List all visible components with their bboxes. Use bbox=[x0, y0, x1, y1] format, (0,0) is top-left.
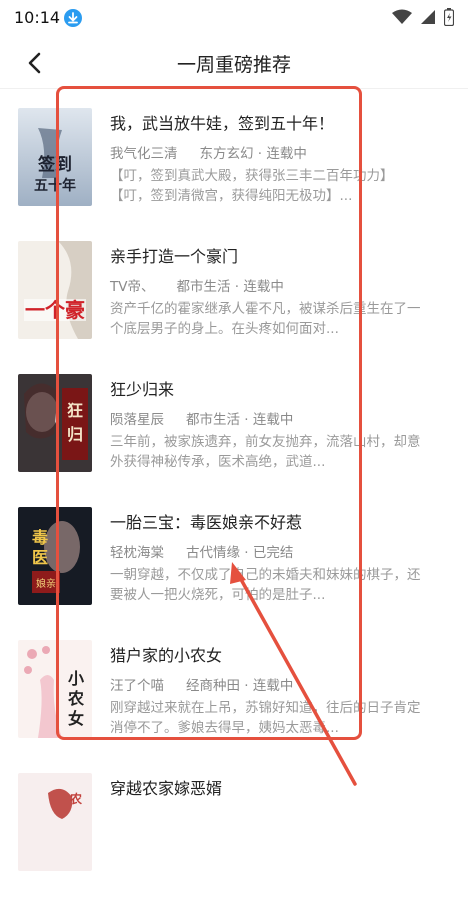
svg-text:五十年: 五十年 bbox=[34, 177, 76, 194]
book-cover: 农 bbox=[18, 773, 92, 871]
book-author: 汪了个喵 bbox=[110, 678, 164, 694]
book-item[interactable]: 小 农 女 猎户家的小农女 汪了个喵 经商种田 · 连载中 刚穿越过来就在上吊，苏… bbox=[0, 640, 468, 773]
download-icon bbox=[64, 9, 82, 27]
svg-text:归: 归 bbox=[67, 425, 83, 444]
svg-text:女: 女 bbox=[68, 709, 84, 728]
book-title: 狂少归来 bbox=[110, 380, 175, 399]
book-author: TV帝、 bbox=[110, 279, 155, 295]
book-author: 我气化三清 bbox=[110, 146, 178, 162]
book-author: 轻枕海棠 bbox=[110, 545, 164, 561]
svg-text:一个豪: 一个豪 bbox=[25, 298, 85, 322]
book-description: 三年前，被家族遗弃，前女友抛弃，流落山村，却意外获得神秘传承，医术高绝，武道..… bbox=[110, 434, 421, 470]
book-item[interactable]: 农 穿越农家嫁恶婿 bbox=[0, 773, 468, 906]
book-cover: 一个豪 bbox=[18, 241, 92, 339]
book-title: 我，武当放牛娃，签到五十年！ bbox=[110, 114, 335, 133]
book-cover: 毒 医 娘亲 bbox=[18, 507, 92, 605]
svg-text:签到: 签到 bbox=[37, 154, 72, 175]
header-bar: 一周重磅推荐 bbox=[0, 36, 468, 89]
svg-text:农: 农 bbox=[67, 689, 84, 708]
status-bar: 10:14 bbox=[0, 0, 468, 36]
book-description: 刚穿越过来就在上吊，苏锦好知道，往后的日子肯定消停不了。爹娘去得早，姨妈太恶毒.… bbox=[110, 700, 421, 736]
page-title: 一周重磅推荐 bbox=[176, 54, 291, 76]
book-category: 经商种田 · 连载中 bbox=[186, 678, 294, 694]
book-description: 资产千亿的霍家继承人霍不凡，被谋杀后重生在了一个底层男子的身上。在头疼如何面对.… bbox=[110, 301, 421, 337]
book-item[interactable]: 签到 五十年 我，武当放牛娃，签到五十年！ 我气化三清 东方玄幻 · 连载中 【叮… bbox=[0, 108, 468, 241]
book-category: 都市生活 · 连载中 bbox=[176, 279, 284, 295]
book-meta: TV帝、 都市生活 · 连载中 bbox=[110, 275, 284, 295]
book-description: 【叮，签到真武大殿，获得张三丰二百年功力】【叮，签到清微宫，获得纯阳无极功】..… bbox=[110, 168, 394, 204]
book-category: 东方玄幻 · 连载中 bbox=[199, 146, 307, 162]
book-author: 陨落星辰 bbox=[110, 412, 164, 428]
svg-text:医: 医 bbox=[32, 548, 48, 567]
book-cover: 狂 归 bbox=[18, 374, 92, 472]
svg-text:农: 农 bbox=[69, 791, 82, 806]
book-meta: 汪了个喵 经商种田 · 连载中 bbox=[110, 674, 293, 694]
book-title: 亲手打造一个豪门 bbox=[110, 247, 239, 266]
book-item[interactable]: 一个豪 亲手打造一个豪门 TV帝、 都市生活 · 连载中 资产千亿的霍家继承人霍不… bbox=[0, 241, 468, 374]
book-meta: 我气化三清 东方玄幻 · 连载中 bbox=[110, 142, 307, 162]
book-meta: 陨落星辰 都市生活 · 连载中 bbox=[110, 408, 293, 428]
book-title: 一胎三宝：毒医娘亲不好惹 bbox=[110, 513, 303, 532]
svg-text:毒: 毒 bbox=[32, 528, 48, 547]
book-category: 都市生活 · 连载中 bbox=[186, 412, 294, 428]
signal-icon bbox=[420, 9, 436, 29]
svg-text:小: 小 bbox=[68, 669, 84, 688]
book-meta: 轻枕海棠 古代情缘 · 已完结 bbox=[110, 541, 293, 561]
svg-text:娘亲: 娘亲 bbox=[36, 577, 56, 590]
wifi-icon bbox=[392, 9, 412, 29]
book-item[interactable]: 狂 归 狂少归来 陨落星辰 都市生活 · 连载中 三年前，被家族遗弃，前女友抛弃，… bbox=[0, 374, 468, 507]
book-title: 猎户家的小农女 bbox=[110, 646, 223, 665]
status-time: 10:14 bbox=[14, 8, 61, 27]
svg-text:狂: 狂 bbox=[67, 401, 83, 420]
book-title: 穿越农家嫁恶婿 bbox=[110, 779, 223, 798]
book-cover: 小 农 女 bbox=[18, 640, 92, 738]
book-list: 签到 五十年 我，武当放牛娃，签到五十年！ 我气化三清 东方玄幻 · 连载中 【叮… bbox=[0, 108, 468, 906]
book-description: 一朝穿越，不仅成了自己的未婚夫和妹妹的棋子，还要被人一把火烧死，可怕的是肚子..… bbox=[110, 567, 421, 603]
book-category: 古代情缘 · 已完结 bbox=[186, 545, 294, 561]
book-cover: 签到 五十年 bbox=[18, 108, 92, 206]
book-item[interactable]: 毒 医 娘亲 一胎三宝：毒医娘亲不好惹 轻枕海棠 古代情缘 · 已完结 一朝穿越，… bbox=[0, 507, 468, 640]
battery-icon bbox=[443, 8, 455, 30]
